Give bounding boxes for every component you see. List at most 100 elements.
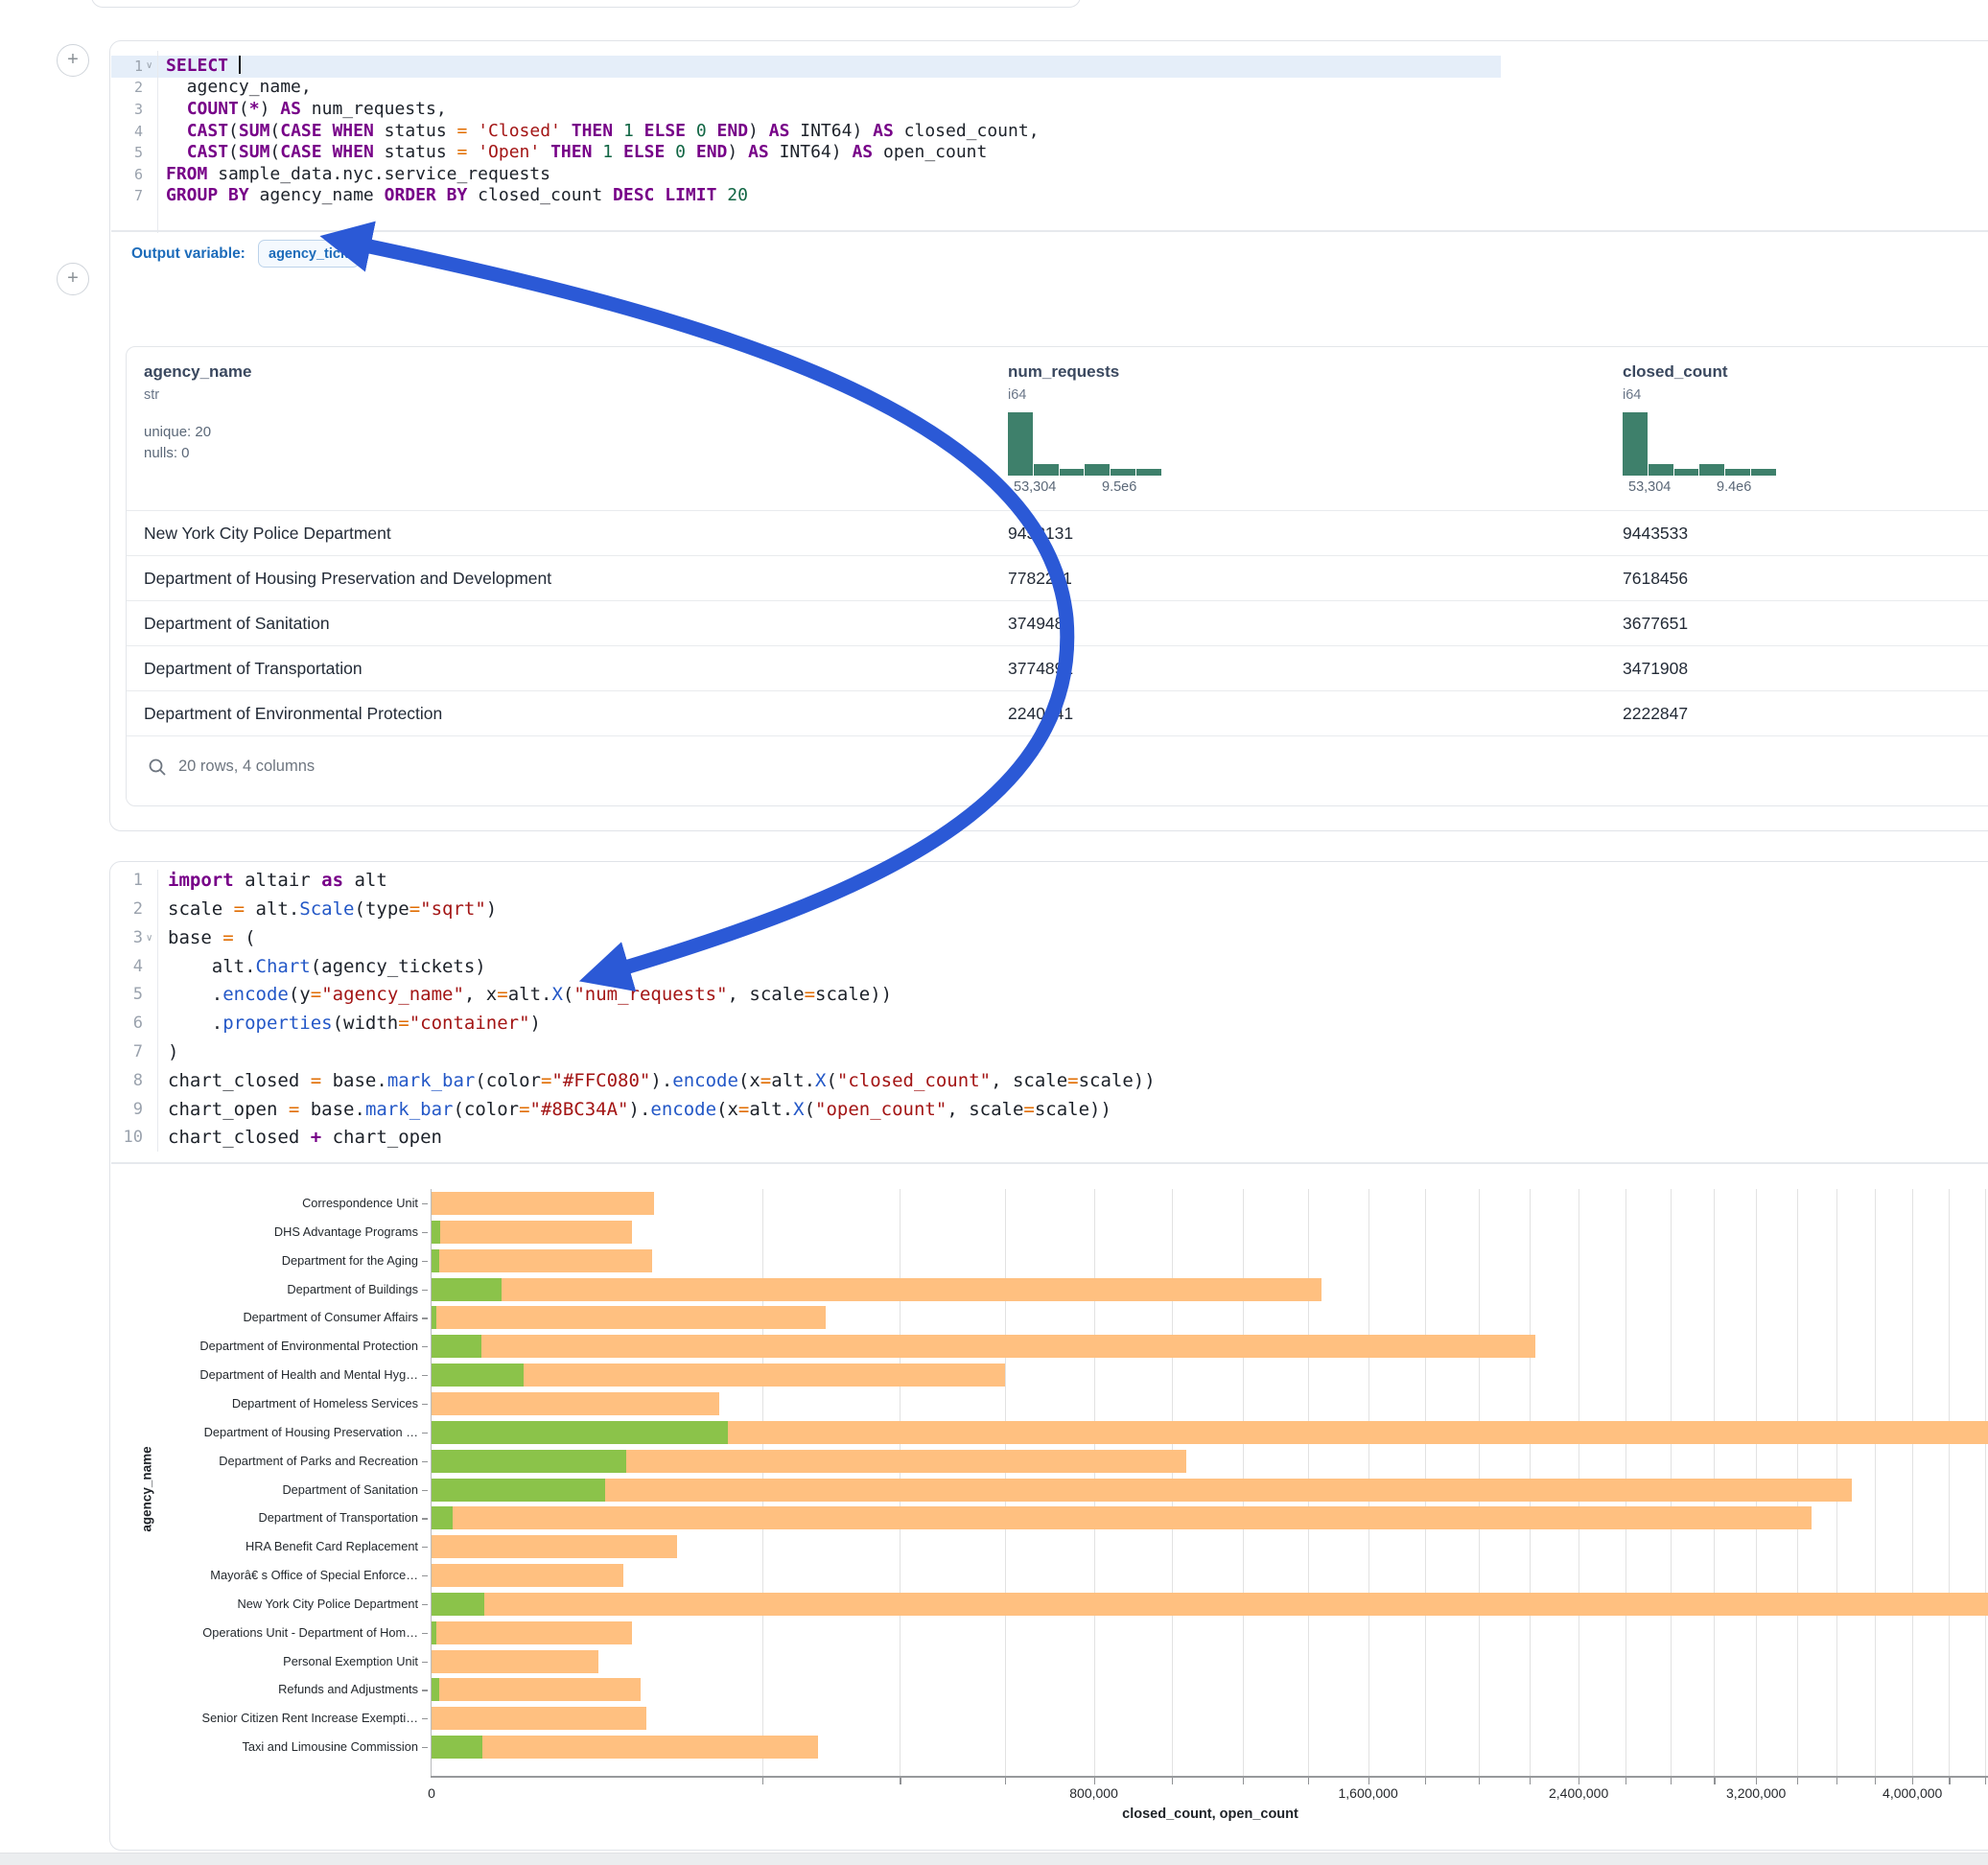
line-number: 8 [114, 1067, 143, 1096]
code-token: COUNT [187, 99, 239, 119]
fold-chevron-icon[interactable]: ∨ [146, 933, 152, 944]
histogram-bar [1008, 412, 1033, 476]
python-cell: 1import altair as alt2scale = alt.Scale(… [109, 861, 1988, 1851]
code-line[interactable]: chart_closed = base.mark_bar(color="#FFC… [168, 1067, 1156, 1096]
column-type: i64 [1008, 387, 1026, 403]
code-token: "closed_count" [837, 1070, 991, 1091]
column-name: closed_count [1623, 362, 1728, 382]
code-token: . [168, 984, 222, 1005]
code-token: ( [228, 121, 239, 141]
column-stat: nulls: 0 [144, 445, 190, 461]
code-token: GROUP [166, 185, 218, 205]
code-token: BY [228, 185, 249, 205]
code-token: Scale [299, 898, 354, 920]
code-token [707, 121, 717, 141]
table-row[interactable]: Department of Transportation377489234719… [127, 645, 1988, 691]
code-token: (y [289, 984, 311, 1005]
column-histogram [1623, 412, 1776, 476]
code-token: chart_open [321, 1127, 442, 1148]
code-line[interactable]: FROM sample_data.nyc.service_requests [166, 164, 550, 186]
code-token: LIMIT [665, 185, 716, 205]
histogram-bar [1674, 469, 1699, 476]
table-cell: 3471908 [1623, 659, 1688, 679]
code-token: ( [269, 121, 280, 141]
add-cell-button-middle[interactable]: + [57, 263, 89, 295]
code-line[interactable]: .properties(width="container") [168, 1010, 541, 1038]
code-line[interactable]: chart_closed + chart_open [168, 1124, 442, 1153]
output-variable-label: Output variable: [131, 245, 246, 263]
histogram-min-label: 53,304 [1628, 479, 1671, 495]
code-token: X [815, 1070, 826, 1091]
code-line[interactable]: ) [168, 1038, 178, 1067]
code-token [654, 185, 665, 205]
code-token: END [696, 142, 728, 162]
code-line[interactable]: CAST(SUM(CASE WHEN status = 'Open' THEN … [166, 142, 987, 164]
histogram-bar [1060, 469, 1085, 476]
code-token: ELSE [623, 142, 665, 162]
code-token: alt [343, 870, 387, 891]
table-cell: 3677651 [1623, 614, 1688, 634]
code-token: scale)) [1035, 1099, 1111, 1120]
code-token: ( [563, 984, 573, 1005]
code-line[interactable]: agency_name, [166, 77, 312, 99]
table-row[interactable]: Department of Housing Preservation and D… [127, 555, 1988, 601]
code-line[interactable]: SELECT [166, 56, 241, 78]
line-number: 1 [114, 867, 143, 896]
code-token: ( [234, 927, 256, 948]
code-token: chart_closed [168, 1127, 311, 1148]
code-token: scale)) [1079, 1070, 1156, 1091]
code-line[interactable]: base = ( [168, 924, 256, 953]
code-token: "open_count" [815, 1099, 947, 1120]
code-token: 0 [675, 142, 686, 162]
gutter-separator [157, 51, 158, 233]
code-token: = [760, 1070, 771, 1091]
code-token: INT64) [789, 121, 873, 141]
code-token: ( [805, 1099, 815, 1120]
table-row[interactable]: Department of Sanitation37494853677651 [127, 600, 1988, 646]
code-token: encode [222, 984, 289, 1005]
histogram-max-label: 9.4e6 [1717, 479, 1751, 495]
code-line[interactable]: import altair as alt [168, 867, 387, 896]
code-token: X [793, 1099, 804, 1120]
code-line[interactable]: .encode(y="agency_name", x=alt.X("num_re… [168, 981, 892, 1010]
table-row[interactable]: New York City Police Department945313194… [127, 510, 1988, 556]
code-line[interactable]: alt.Chart(agency_tickets) [168, 953, 486, 982]
code-token: status [374, 142, 457, 162]
line-number: 6 [114, 1010, 143, 1038]
gutter-separator [157, 870, 158, 1152]
code-token: AS [852, 142, 873, 162]
code-token: SUM [239, 142, 270, 162]
code-token: "container" [409, 1013, 530, 1034]
code-token: (x [738, 1070, 760, 1091]
line-number: 7 [114, 1038, 143, 1067]
column-name: agency_name [144, 362, 251, 382]
code-line[interactable]: chart_open = base.mark_bar(color="#8BC34… [168, 1096, 1111, 1125]
table-cell: 9453131 [1008, 524, 1073, 544]
output-variable-input[interactable]: agency_tickets [258, 240, 360, 268]
code-token: (type [355, 898, 409, 920]
line-number: 1 [114, 56, 143, 78]
code-token: = [222, 927, 233, 948]
code-token: SELECT [166, 56, 228, 76]
line-number: 4 [114, 953, 143, 982]
code-token: = [234, 898, 245, 920]
column-type: str [144, 387, 159, 403]
code-token: "num_requests" [573, 984, 727, 1005]
code-token: import [168, 870, 234, 891]
code-token: THEN [572, 121, 613, 141]
code-token: agency_name [249, 185, 385, 205]
code-token: = [738, 1099, 749, 1120]
code-line[interactable]: GROUP BY agency_name ORDER BY closed_cou… [166, 185, 748, 207]
code-token: ( [239, 99, 249, 119]
code-line[interactable]: COUNT(*) AS num_requests, [166, 99, 447, 121]
code-line[interactable]: CAST(SUM(CASE WHEN status = 'Closed' THE… [166, 121, 1040, 143]
table-row[interactable]: Department of Environmental Protection22… [127, 690, 1988, 736]
fold-chevron-icon[interactable]: ∨ [146, 60, 152, 72]
line-number: 3 [114, 99, 143, 121]
code-line[interactable]: scale = alt.Scale(type="sqrt") [168, 896, 497, 924]
histogram-min-label: 53,304 [1014, 479, 1056, 495]
add-cell-button-top[interactable]: + [57, 44, 89, 77]
code-token: SUM [239, 121, 270, 141]
code-token: , scale [991, 1070, 1067, 1091]
search-icon[interactable] [148, 758, 167, 777]
